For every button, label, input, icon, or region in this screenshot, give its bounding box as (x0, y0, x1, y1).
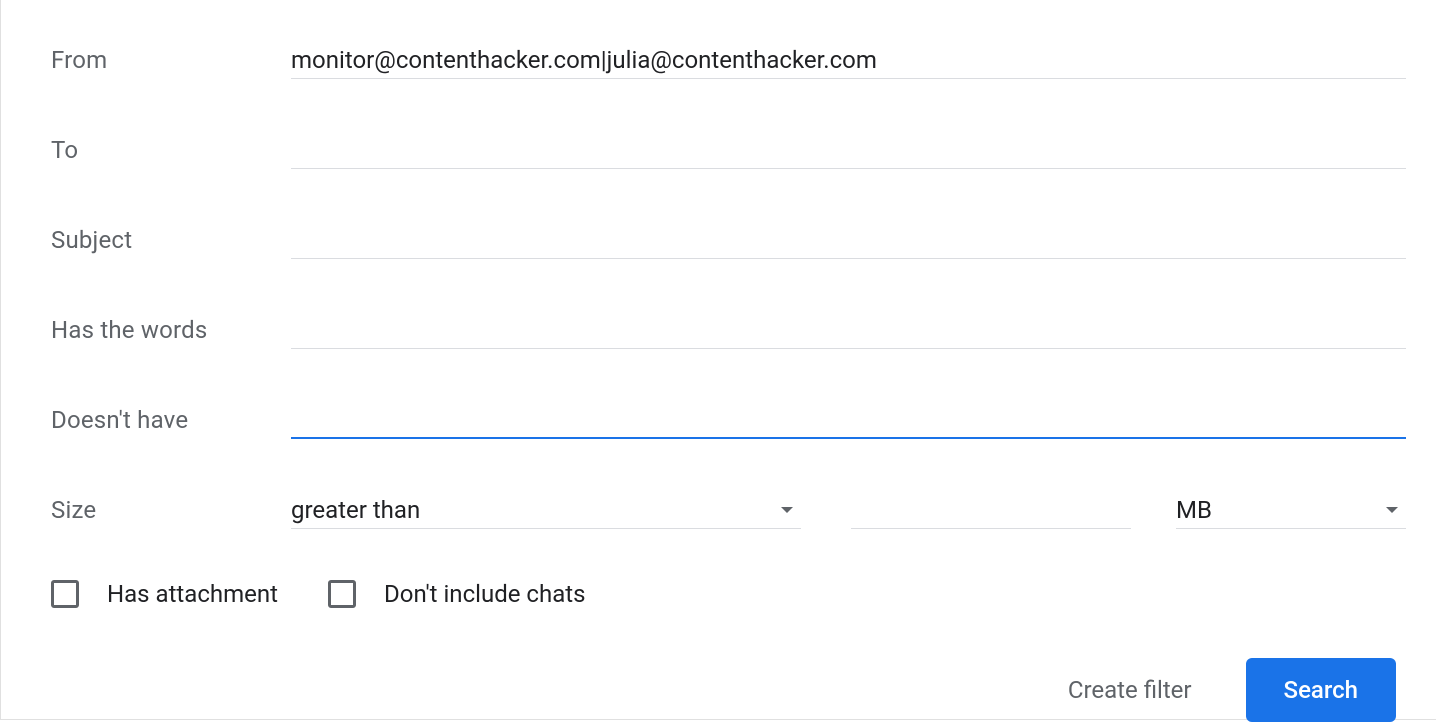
size-unit-select[interactable]: MB (1176, 492, 1406, 529)
from-label: From (51, 46, 291, 74)
has-words-label: Has the words (51, 316, 291, 344)
dont-include-chats-checkbox[interactable] (328, 580, 356, 608)
size-row: Size greater than MB (51, 490, 1406, 530)
size-comparison-select[interactable]: greater than (291, 492, 801, 529)
to-row: To (51, 130, 1406, 170)
doesnt-have-input[interactable] (291, 401, 1406, 439)
size-comparison-value: greater than (291, 496, 781, 524)
search-filter-panel: From To Subject Has the words Doesn't ha… (0, 0, 1436, 720)
from-row: From (51, 40, 1406, 80)
has-words-row: Has the words (51, 310, 1406, 350)
size-label: Size (51, 496, 291, 524)
subject-row: Subject (51, 220, 1406, 260)
size-unit-value: MB (1176, 496, 1386, 524)
doesnt-have-row: Doesn't have (51, 400, 1406, 440)
has-attachment-checkbox[interactable] (51, 580, 79, 608)
from-input[interactable] (291, 42, 1406, 79)
has-words-input[interactable] (291, 312, 1406, 349)
doesnt-have-label: Doesn't have (51, 406, 291, 434)
chevron-down-icon (781, 507, 793, 513)
chevron-down-icon (1386, 507, 1398, 513)
button-row: Create filter Search (51, 658, 1406, 722)
subject-label: Subject (51, 226, 291, 254)
checkbox-row: Has attachment Don't include chats (51, 580, 1406, 608)
subject-input[interactable] (291, 222, 1406, 259)
create-filter-button[interactable]: Create filter (1064, 668, 1196, 712)
to-input[interactable] (291, 132, 1406, 169)
size-value-input[interactable] (851, 492, 1131, 529)
to-label: To (51, 136, 291, 164)
has-attachment-group[interactable]: Has attachment (51, 580, 278, 608)
dont-include-chats-label: Don't include chats (384, 580, 585, 608)
search-button[interactable]: Search (1246, 658, 1396, 722)
has-attachment-label: Has attachment (107, 580, 278, 608)
dont-include-chats-group[interactable]: Don't include chats (328, 580, 585, 608)
